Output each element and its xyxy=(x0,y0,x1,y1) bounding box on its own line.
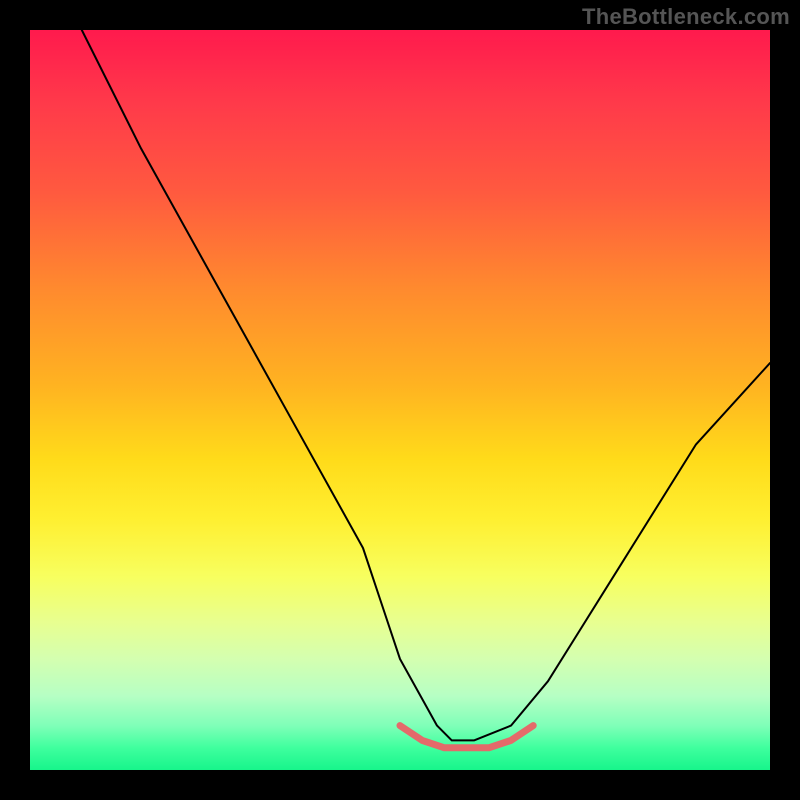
watermark-text: TheBottleneck.com xyxy=(582,4,790,30)
bottleneck-curve-svg xyxy=(30,30,770,770)
frame-border-bottom xyxy=(0,770,800,800)
frame-border-left xyxy=(0,0,30,800)
frame-border-right xyxy=(770,0,800,800)
chart-frame: TheBottleneck.com xyxy=(0,0,800,800)
plot-area xyxy=(30,30,770,770)
series-layer xyxy=(82,30,770,748)
bottleneck-valley-pink xyxy=(400,726,533,748)
bottleneck-curve-black xyxy=(82,30,770,740)
